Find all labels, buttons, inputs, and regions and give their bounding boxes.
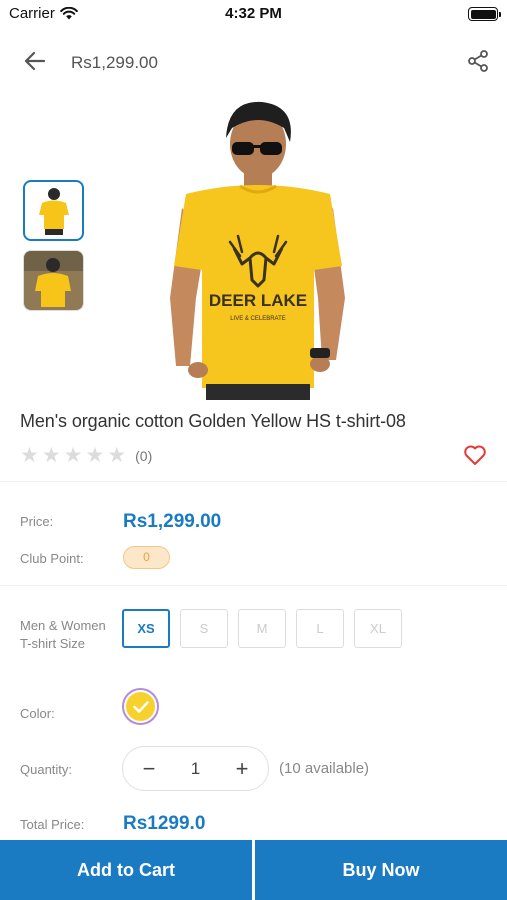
color-swatch-yellow[interactable] xyxy=(122,688,159,725)
total-price-label: Total Price: xyxy=(20,817,85,832)
thumbnail-image xyxy=(38,187,69,235)
size-option-l[interactable]: L xyxy=(296,609,344,648)
quantity-value: 1 xyxy=(190,758,201,778)
club-point-badge: 0 xyxy=(123,546,170,569)
quantity-decrease-button[interactable]: − xyxy=(137,757,161,780)
quantity-label: Quantity: xyxy=(20,762,73,777)
thumbnail-list xyxy=(23,180,84,320)
heart-icon[interactable] xyxy=(463,444,487,466)
star-icon: ★ xyxy=(107,444,127,467)
top-bar: Rs1,299.00 xyxy=(0,40,507,84)
star-icon: ★ xyxy=(85,444,105,467)
star-icon: ★ xyxy=(41,444,61,467)
star-icon: ★ xyxy=(63,444,83,467)
thumbnail-image xyxy=(24,251,83,310)
divider xyxy=(0,481,507,482)
size-option-s[interactable]: S xyxy=(180,609,228,648)
price-value: Rs1,299.00 xyxy=(123,511,222,532)
price-label: Price: xyxy=(20,514,54,529)
availability-text: (10 available) xyxy=(279,760,370,777)
quantity-increase-button[interactable]: + xyxy=(230,757,254,780)
club-point-label: Club Point: xyxy=(20,551,84,566)
battery-icon xyxy=(468,7,501,21)
size-option-xl[interactable]: XL xyxy=(354,609,402,648)
product-title: Men's organic cotton Golden Yellow HS t-… xyxy=(20,411,406,431)
status-bar: Carrier 4:32 PM xyxy=(0,0,507,28)
status-time: 4:32 PM xyxy=(225,5,282,22)
add-to-cart-button[interactable]: Add to Cart xyxy=(0,840,252,900)
share-button[interactable] xyxy=(463,46,493,76)
size-option-m[interactable]: M xyxy=(238,609,286,648)
check-icon xyxy=(132,700,149,713)
back-button[interactable] xyxy=(20,46,50,76)
header-price: Rs1,299.00 xyxy=(71,53,158,72)
product-image[interactable]: DEER LAKE LIVE & CELEBRATE xyxy=(150,98,365,400)
bottom-action-bar: Add to Cart Buy Now xyxy=(0,840,507,900)
size-label: Men & Women T-shirt Size xyxy=(20,618,106,651)
share-icon xyxy=(468,50,488,72)
divider xyxy=(0,585,507,586)
shirt-print-text: DEER LAKE xyxy=(209,291,307,310)
total-price-value: Rs1299.0 xyxy=(123,813,206,834)
color-label: Color: xyxy=(20,706,55,721)
buy-now-button[interactable]: Buy Now xyxy=(255,840,507,900)
thumbnail-2[interactable] xyxy=(23,250,84,311)
back-arrow-icon xyxy=(24,51,46,71)
size-option-xs[interactable]: XS xyxy=(122,609,170,648)
shirt-subprint-text: LIVE & CELEBRATE xyxy=(230,316,286,322)
size-options: XS S M L XL xyxy=(122,609,402,648)
rating-count: (0) xyxy=(135,447,153,464)
thumbnail-1[interactable] xyxy=(23,180,84,241)
rating: ★ ★ ★ ★ ★ (0) xyxy=(20,445,152,466)
star-icon: ★ xyxy=(20,444,39,467)
quantity-stepper: − 1 + xyxy=(122,746,269,791)
